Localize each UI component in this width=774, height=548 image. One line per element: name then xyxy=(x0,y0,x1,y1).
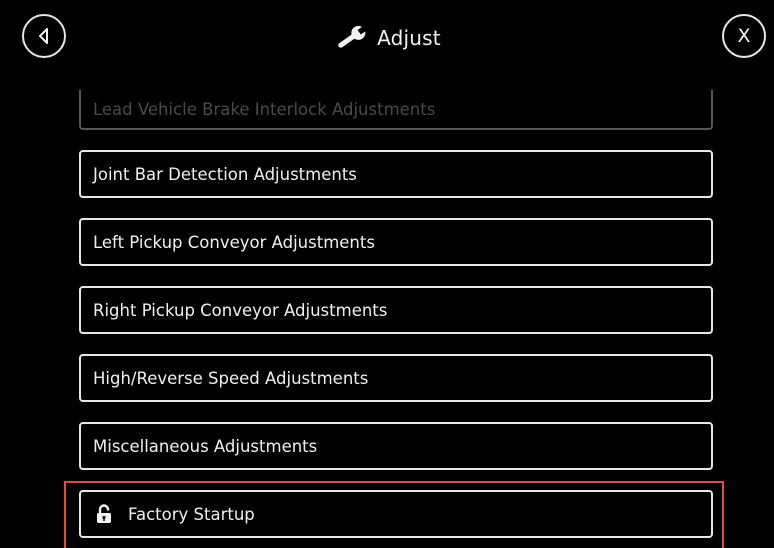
adjustments-menu-list: Lead Vehicle Brake Interlock Adjustments… xyxy=(0,0,774,548)
menu-item-right-pickup-conveyor[interactable]: Right Pickup Conveyor Adjustments xyxy=(79,286,713,334)
menu-item-left-pickup-conveyor[interactable]: Left Pickup Conveyor Adjustments xyxy=(79,218,713,266)
menu-item-label: Factory Startup xyxy=(128,504,255,524)
unlocked-padlock-icon xyxy=(97,504,111,523)
menu-item-label: High/Reverse Speed Adjustments xyxy=(93,368,369,388)
menu-item-lead-vehicle-brake-interlock[interactable]: Lead Vehicle Brake Interlock Adjustments xyxy=(79,90,713,130)
menu-item-miscellaneous[interactable]: Miscellaneous Adjustments xyxy=(79,422,713,470)
adjust-screen: Adjust X Lead Vehicle Brake Interlock Ad… xyxy=(0,0,774,548)
menu-item-label: Joint Bar Detection Adjustments xyxy=(93,164,357,184)
menu-item-label: Left Pickup Conveyor Adjustments xyxy=(93,232,375,252)
menu-item-factory-startup[interactable]: Factory Startup xyxy=(79,490,713,538)
menu-item-label: Miscellaneous Adjustments xyxy=(93,436,318,456)
menu-item-label: Lead Vehicle Brake Interlock Adjustments xyxy=(93,99,436,119)
menu-item-label: Right Pickup Conveyor Adjustments xyxy=(93,300,388,320)
menu-item-high-reverse-speed[interactable]: High/Reverse Speed Adjustments xyxy=(79,354,713,402)
menu-item-joint-bar-detection[interactable]: Joint Bar Detection Adjustments xyxy=(79,150,713,198)
